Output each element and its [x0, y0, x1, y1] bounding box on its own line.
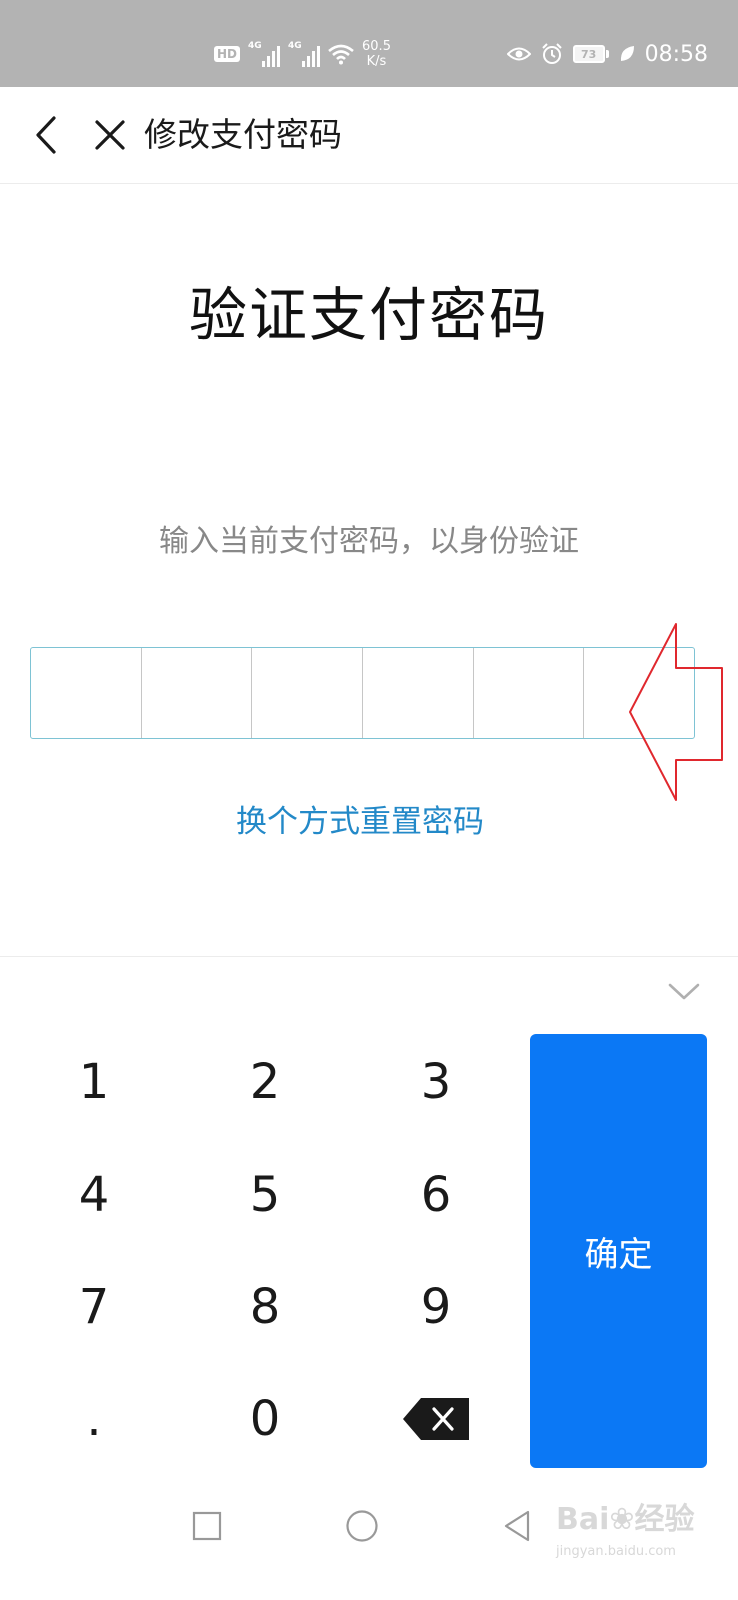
home-button[interactable]	[340, 1504, 384, 1548]
annotation-arrow-icon	[629, 623, 723, 801]
net-speed-value: 60.5	[362, 39, 391, 54]
alarm-icon	[541, 43, 562, 64]
triangle-back-icon	[504, 1510, 530, 1542]
key-5[interactable]: 5	[185, 1147, 345, 1243]
wifi-icon	[328, 44, 354, 65]
signal-label-1: 4G	[248, 41, 262, 51]
back-button[interactable]	[26, 111, 66, 159]
chevron-down-icon	[668, 983, 700, 1000]
status-bar-center: HD 4G 4G 60.5 K/s	[214, 36, 391, 72]
leaf-icon	[620, 46, 634, 61]
number-keypad: 1 2 3 4 5 6 7 8 9 . 0 确定	[0, 956, 738, 1469]
status-time: 08:58	[644, 41, 708, 67]
password-cell-1[interactable]	[31, 648, 142, 738]
watermark-main-text: Bai	[556, 1502, 610, 1537]
hint-text: 输入当前支付密码，以身份验证	[159, 524, 579, 559]
battery-level: 73	[572, 45, 605, 63]
backspace-icon	[403, 1398, 469, 1440]
page-title: 修改支付密码	[144, 115, 342, 154]
net-speed: 60.5 K/s	[362, 39, 391, 69]
baidu-watermark: Bai❀经验 jingyan.baidu.com	[556, 1494, 706, 1578]
back-nav-button[interactable]	[495, 1504, 539, 1548]
key-9[interactable]: 9	[356, 1259, 516, 1355]
key-4[interactable]: 4	[14, 1147, 174, 1243]
key-1[interactable]: 1	[14, 1034, 174, 1130]
signal-icon-2: 4G	[288, 41, 321, 67]
password-input[interactable]	[30, 647, 695, 739]
key-2[interactable]: 2	[185, 1034, 345, 1130]
password-cell-5[interactable]	[474, 648, 585, 738]
password-cell-4[interactable]	[363, 648, 474, 738]
signal-label-2: 4G	[288, 41, 302, 51]
recent-apps-button[interactable]	[185, 1504, 229, 1548]
key-3[interactable]: 3	[356, 1034, 516, 1130]
watermark-main-text-2: 经验	[634, 1502, 695, 1537]
collapse-keyboard-button[interactable]	[664, 977, 704, 1007]
hd-badge: HD	[214, 46, 241, 62]
password-cell-2[interactable]	[142, 648, 253, 738]
status-bar: HD 4G 4G 60.5 K/s 73 08:58	[0, 0, 738, 87]
close-button[interactable]	[86, 111, 134, 159]
watermark-main: Bai❀经验	[556, 1502, 695, 1538]
key-0[interactable]: 0	[185, 1371, 345, 1467]
paw-icon: ❀	[609, 1502, 635, 1537]
net-speed-unit: K/s	[366, 54, 387, 69]
circle-icon	[346, 1510, 378, 1542]
battery-icon: 73	[572, 45, 609, 63]
title-bar: 修改支付密码	[0, 87, 738, 184]
key-8[interactable]: 8	[185, 1259, 345, 1355]
eye-icon	[506, 47, 531, 61]
reset-password-link[interactable]: 换个方式重置密码	[0, 796, 720, 841]
key-6[interactable]: 6	[356, 1147, 516, 1243]
password-cell-3[interactable]	[252, 648, 364, 738]
back-arrow-icon	[36, 116, 56, 154]
key-7[interactable]: 7	[14, 1259, 174, 1355]
status-bar-right: 73 08:58	[506, 36, 708, 72]
signal-icon-1: 4G	[248, 41, 281, 67]
key-dot[interactable]: .	[14, 1371, 174, 1467]
square-icon	[192, 1511, 222, 1541]
close-icon	[95, 120, 125, 150]
verify-heading: 验证支付密码	[188, 281, 549, 349]
delete-key[interactable]	[356, 1371, 516, 1467]
confirm-button[interactable]: 确定	[530, 1034, 707, 1468]
watermark-sub: jingyan.baidu.com	[556, 1544, 676, 1559]
